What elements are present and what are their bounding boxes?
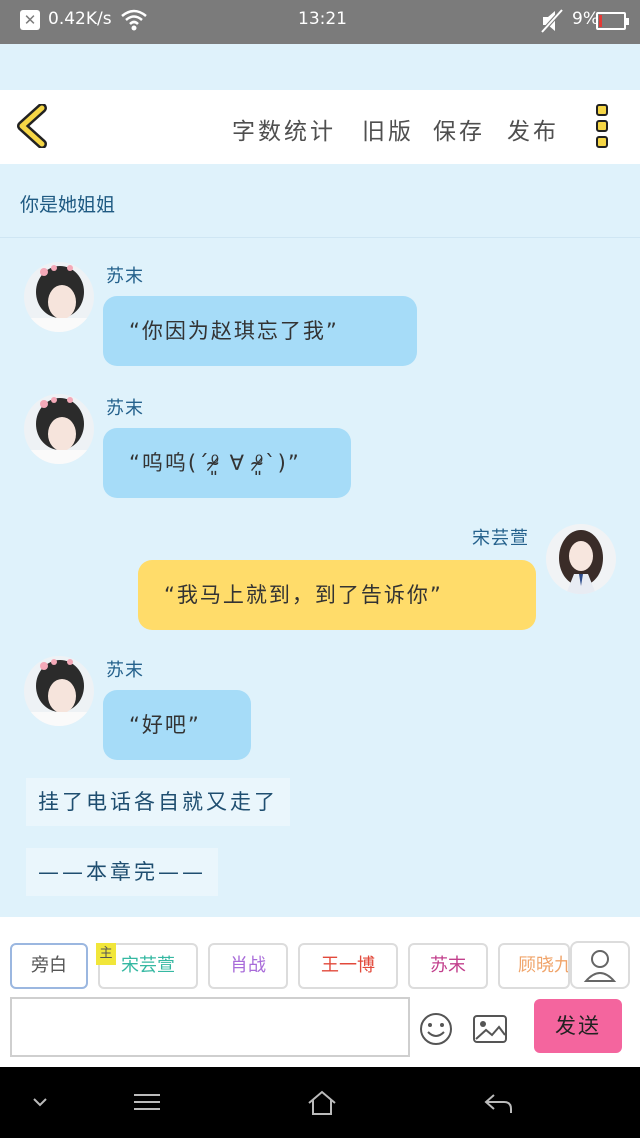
narration-block[interactable]: 挂了电话各自就又走了	[26, 778, 290, 826]
wifi-icon	[121, 9, 147, 31]
menu-icon[interactable]	[132, 1089, 162, 1115]
back-chevron-icon[interactable]	[12, 104, 56, 148]
message-bubble[interactable]: “好吧”	[103, 690, 251, 760]
role-label: 顾晓九	[518, 955, 570, 976]
role-chip-xiaozhan[interactable]: 肖战	[208, 943, 288, 989]
message-bubble[interactable]: “你因为赵琪忘了我”	[103, 296, 417, 366]
role-label: 旁白	[31, 955, 67, 976]
main-role-badge: 主	[96, 943, 116, 965]
editor-header: 字数统计 旧版 保存 发布	[0, 90, 640, 164]
send-button[interactable]: 发送	[534, 999, 622, 1053]
system-nav-bar	[0, 1067, 640, 1138]
speaker-name: 苏末	[106, 660, 144, 681]
avatar-songyunxuan[interactable]	[546, 524, 616, 594]
role-chip-sumo[interactable]: 苏末	[408, 943, 488, 989]
role-label: 王一博	[321, 955, 375, 976]
back-icon[interactable]	[482, 1089, 514, 1117]
role-chip-guxiaojiu[interactable]: 顾晓九	[498, 943, 570, 989]
role-chip-wangyibo[interactable]: 王一博	[298, 943, 398, 989]
save-button[interactable]: 保存	[433, 112, 485, 146]
chevron-down-icon[interactable]	[30, 1089, 50, 1115]
role-label: 苏末	[430, 955, 466, 976]
role-manage-button[interactable]	[570, 941, 630, 989]
speaker-name: 苏末	[106, 266, 144, 287]
notification-icon: ✕	[20, 10, 40, 30]
message-input[interactable]	[10, 997, 410, 1057]
publish-button[interactable]: 发布	[507, 112, 559, 146]
image-icon[interactable]	[472, 1013, 508, 1045]
net-speed: 0.42K/s	[48, 9, 112, 29]
battery-text: 9%	[572, 9, 599, 29]
home-icon[interactable]	[306, 1089, 338, 1117]
emoji-icon[interactable]	[418, 1011, 454, 1047]
avatar-sumo[interactable]	[24, 656, 94, 726]
chapter-end-block[interactable]: ——本章完——	[26, 848, 218, 896]
speaker-name: 苏末	[106, 398, 144, 419]
old-version-button[interactable]: 旧版	[362, 112, 414, 146]
message-bubble[interactable]: “我马上就到，到了告诉你”	[138, 560, 536, 630]
word-count-button[interactable]: 字数统计	[232, 112, 336, 146]
avatar-sumo[interactable]	[24, 394, 94, 464]
mute-icon	[540, 8, 564, 34]
divider	[0, 237, 640, 238]
compose-panel: 旁白 宋芸萱 主 肖战 王一博 苏末 顾晓九 发送	[0, 917, 640, 1067]
narration-text: 你是她姐姐	[20, 194, 116, 216]
battery-icon	[596, 12, 629, 30]
user-icon	[583, 950, 617, 982]
more-vertical-icon[interactable]	[596, 104, 612, 152]
clock: 13:21	[298, 9, 347, 29]
role-chip-narrator[interactable]: 旁白	[10, 943, 88, 989]
message-bubble[interactable]: “呜呜(´⁰̷̴͈ ∀ ⁰̷̴͈`)”	[103, 428, 351, 498]
role-label: 宋芸萱	[121, 955, 175, 976]
role-label: 肖战	[230, 955, 266, 976]
avatar-sumo[interactable]	[24, 262, 94, 332]
status-bar: ✕ 0.42K/s 13:21 9%	[0, 0, 640, 44]
speaker-name: 宋芸萱	[472, 528, 529, 549]
